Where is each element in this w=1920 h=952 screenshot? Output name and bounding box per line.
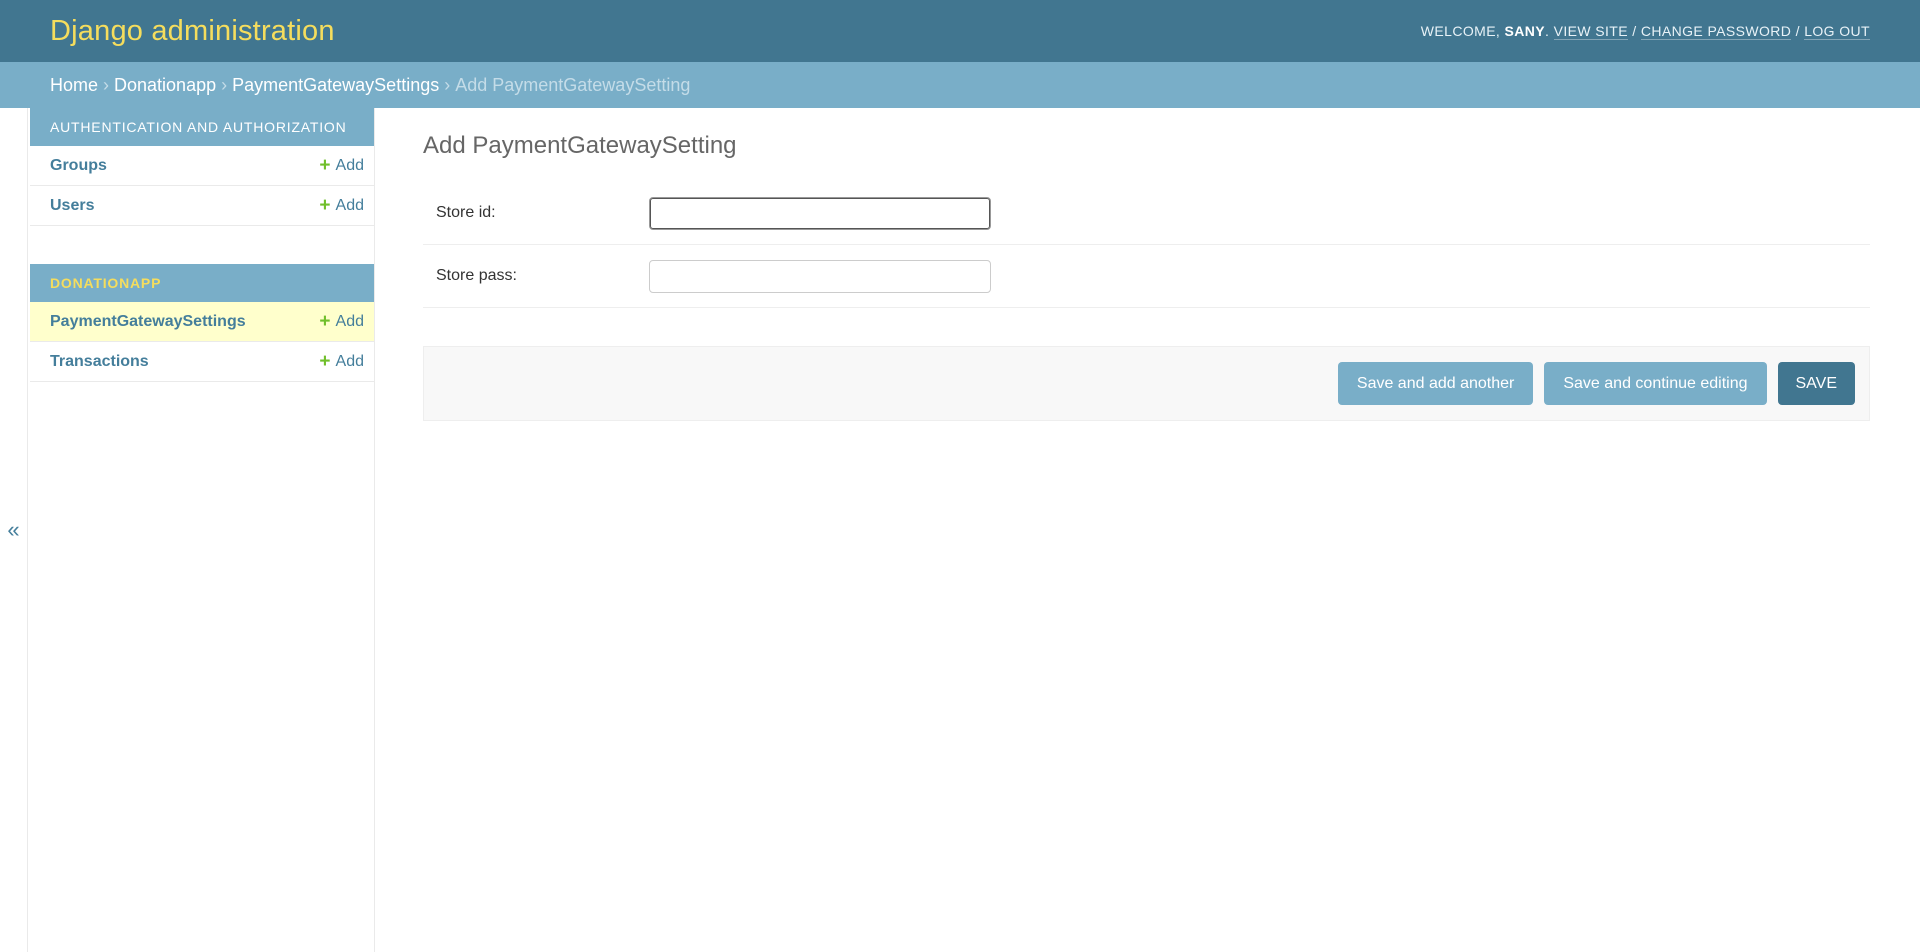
add-label: Add	[335, 196, 364, 214]
add-label: Add	[335, 352, 364, 370]
module-donationapp: Donationapp PaymentGatewaySettings + Add …	[30, 264, 374, 382]
sidebar-item-groups: Groups + Add	[30, 146, 374, 186]
breadcrumb-model[interactable]: PaymentGatewaySettings	[232, 75, 439, 96]
add-label: Add	[335, 156, 364, 174]
site-branding[interactable]: Django administration	[50, 15, 335, 48]
model-link-paymentgatewaysettings[interactable]: PaymentGatewaySettings	[50, 313, 246, 331]
main-content: Add PaymentGatewaySetting Store id: Stor…	[423, 108, 1870, 421]
plus-icon: +	[319, 195, 331, 216]
submit-row: Save and add another Save and continue e…	[423, 346, 1870, 421]
module-caption-donationapp[interactable]: Donationapp	[30, 264, 374, 302]
page-title: Add PaymentGatewaySetting	[423, 132, 737, 159]
sidebar-item-paymentgatewaysettings: PaymentGatewaySettings + Add	[30, 302, 374, 342]
breadcrumb-separator: ›	[103, 74, 110, 95]
breadcrumb-current: Add PaymentGatewaySetting	[455, 74, 691, 95]
breadcrumb-home[interactable]: Home	[50, 75, 98, 96]
store-id-input[interactable]	[649, 196, 991, 230]
plus-icon: +	[319, 311, 331, 332]
store-pass-label: Store pass:	[436, 267, 517, 284]
header: Django administration WELCOME, SANY. VIE…	[0, 0, 1920, 62]
model-link-transactions[interactable]: Transactions	[50, 353, 149, 371]
save-and-continue-button[interactable]: Save and continue editing	[1544, 362, 1767, 405]
change-password-link[interactable]: CHANGE PASSWORD	[1640, 23, 1792, 40]
nav-sidebar: Authentication and Authorization Groups …	[28, 108, 375, 952]
model-link-groups[interactable]: Groups	[50, 157, 107, 175]
view-site-link[interactable]: VIEW SITE	[1553, 23, 1628, 40]
add-paymentgatewaysettings-link[interactable]: + Add	[319, 312, 364, 331]
welcome-text: WELCOME,	[1420, 23, 1505, 39]
breadcrumb-separator: ›	[444, 74, 451, 95]
breadcrumb: Home › Donationapp › PaymentGatewaySetti…	[0, 62, 1920, 108]
module-auth: Authentication and Authorization Groups …	[30, 108, 374, 226]
module-caption-auth[interactable]: Authentication and Authorization	[30, 108, 374, 146]
form-row-store-pass: Store pass:	[423, 245, 1870, 308]
store-pass-input[interactable]	[649, 259, 991, 293]
save-button[interactable]: SAVE	[1777, 362, 1855, 405]
separator: /	[1791, 23, 1805, 39]
add-groups-link[interactable]: + Add	[319, 156, 364, 175]
toggle-sidebar-button[interactable]: «	[0, 108, 28, 952]
add-users-link[interactable]: + Add	[319, 196, 364, 215]
save-and-add-another-button[interactable]: Save and add another	[1337, 362, 1534, 405]
breadcrumb-app[interactable]: Donationapp	[114, 75, 216, 96]
plus-icon: +	[319, 351, 331, 372]
add-label: Add	[335, 312, 364, 330]
separator: /	[1628, 23, 1641, 39]
username: SANY	[1504, 23, 1546, 39]
model-link-users[interactable]: Users	[50, 197, 94, 215]
welcome-suffix: .	[1545, 23, 1554, 39]
store-id-label: Store id:	[436, 204, 496, 221]
log-out-link[interactable]: LOG OUT	[1804, 23, 1870, 40]
plus-icon: +	[319, 155, 331, 176]
user-tools: WELCOME, SANY. VIEW SITE / CHANGE PASSWO…	[1420, 23, 1870, 40]
sidebar-item-transactions: Transactions + Add	[30, 342, 374, 382]
sidebar-item-users: Users + Add	[30, 186, 374, 226]
form-row-store-id: Store id:	[423, 182, 1870, 245]
breadcrumb-separator: ›	[221, 74, 228, 95]
double-chevron-left-icon: «	[7, 517, 20, 542]
add-transactions-link[interactable]: + Add	[319, 352, 364, 371]
